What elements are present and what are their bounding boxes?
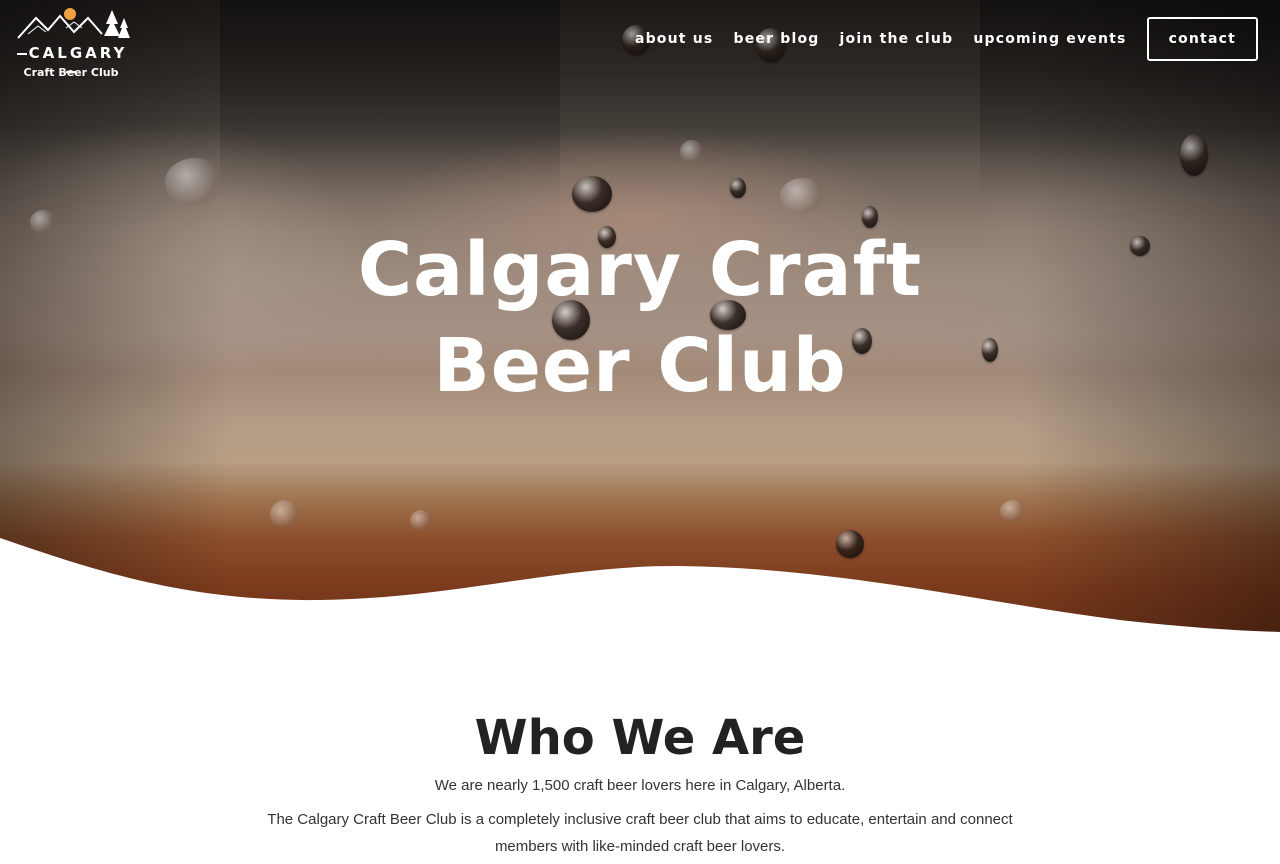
main-nav: about us beer blog join the club upcomin… <box>635 17 1258 61</box>
contact-button[interactable]: contact <box>1146 17 1258 61</box>
droplet-decoration <box>1180 134 1208 176</box>
nav-link-upcoming-events[interactable]: upcoming events <box>973 31 1126 47</box>
logo-dash-left <box>16 52 27 55</box>
about-heading: Who We Are <box>474 710 806 766</box>
nav-link-about-us[interactable]: about us <box>635 31 714 47</box>
nav-link-join-the-club[interactable]: join the club <box>840 31 954 47</box>
bubble-decoration <box>410 510 432 532</box>
hero-title: Calgary Craft Beer Club <box>0 222 1280 414</box>
bubble-decoration <box>1000 500 1026 522</box>
hero-wave-divider <box>0 538 1280 640</box>
hero-title-line1: Calgary Craft <box>357 227 923 313</box>
bubble-decoration <box>780 178 826 214</box>
hero-section: Calgary Craft Beer Club <box>0 0 1280 640</box>
about-description-text: The Calgary Craft Beer Club is a complet… <box>267 811 1013 855</box>
logo-word-text: CALGARY <box>28 44 128 62</box>
bubble-decoration <box>270 500 300 530</box>
page: Calgary Craft Beer Club CALGARY Craft Be… <box>0 0 1280 864</box>
bubble-decoration <box>680 140 704 164</box>
mountains-logo-icon <box>17 8 130 39</box>
droplet-decoration <box>730 178 746 198</box>
logo-subtitle: Craft Beer Club <box>23 66 119 79</box>
site-logo[interactable]: CALGARY Craft Beer Club <box>8 4 134 84</box>
bubble-decoration <box>165 158 225 206</box>
about-intro-text: We are nearly 1,500 craft beer lovers he… <box>434 777 846 794</box>
hero-title-line2: Beer Club <box>433 323 847 409</box>
nav-link-beer-blog[interactable]: beer blog <box>733 31 819 47</box>
droplet-decoration <box>572 176 612 212</box>
